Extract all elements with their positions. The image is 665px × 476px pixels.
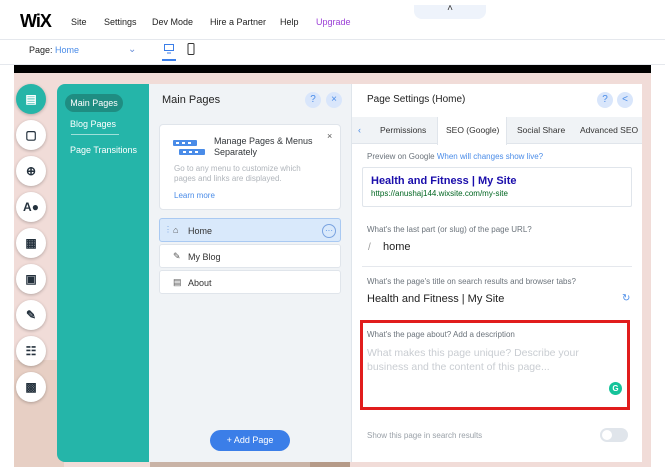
- menu-hire-a-partner[interactable]: Hire a Partner: [210, 17, 266, 27]
- collapse-toolbar-button[interactable]: ˄: [414, 4, 486, 19]
- add-page-button[interactable]: + Add Page: [210, 430, 290, 451]
- title-label: What's the page's title on search result…: [367, 277, 576, 286]
- more-actions-icon[interactable]: ···: [322, 224, 336, 238]
- mobile-icon[interactable]: [186, 43, 196, 55]
- preview-title: Health and Fitness | My Site: [371, 175, 517, 187]
- add-icon[interactable]: ⊕: [16, 156, 46, 186]
- blog-page-icon: ✎: [173, 251, 181, 261]
- preview-url: https://anushaj144.wixsite.com/my-site: [371, 189, 508, 198]
- desktop-active-indicator: [162, 59, 176, 61]
- media-icon[interactable]: ▣: [16, 264, 46, 294]
- blog-icon[interactable]: ✎: [16, 300, 46, 330]
- design-icon[interactable]: A●: [16, 192, 46, 222]
- tab-permissions[interactable]: Permissions: [380, 125, 426, 135]
- preview-label: Preview on Google When will changes show…: [367, 152, 543, 161]
- background-icon[interactable]: ▢: [16, 120, 46, 150]
- divider: [362, 266, 632, 267]
- home-icon: ⌂: [173, 225, 179, 235]
- show-in-search-toggle[interactable]: [600, 428, 628, 442]
- description-textarea[interactable]: What makes this page unique? Describe yo…: [367, 346, 607, 374]
- menu-help[interactable]: Help: [280, 17, 299, 27]
- page-value: Home: [55, 45, 80, 55]
- page-item-about[interactable]: ▤ About: [159, 270, 341, 294]
- google-preview: [362, 167, 632, 207]
- info-close-icon[interactable]: ×: [327, 131, 332, 141]
- tabs-scroll-left-icon[interactable]: ‹: [358, 125, 361, 135]
- nav-divider: [71, 134, 119, 135]
- page-item-label: Home: [188, 226, 213, 236]
- page-label: Page:: [29, 45, 53, 55]
- nav-blog-pages[interactable]: Blog Pages: [70, 119, 116, 129]
- preview-label-text: Preview on Google: [367, 152, 435, 161]
- menu-dev-mode[interactable]: Dev Mode: [152, 17, 193, 27]
- main-pages-title: Main Pages: [162, 94, 221, 106]
- wix-logo[interactable]: WiX: [20, 11, 52, 32]
- page-icon: ▤: [173, 277, 182, 287]
- learn-more-link[interactable]: Learn more: [174, 191, 215, 200]
- grammarly-icon[interactable]: G: [609, 382, 622, 395]
- description-label: What's the page about? Add a description: [367, 330, 515, 339]
- left-toolbar: ▤ ▢ ⊕ A● ▦ ▣ ✎ ☷ ▩: [16, 80, 58, 410]
- help-icon[interactable]: ?: [305, 92, 321, 108]
- top-bar: WiX Site Settings Dev Mode Hire a Partne…: [0, 0, 665, 40]
- slug-input[interactable]: home: [383, 241, 411, 253]
- close-icon[interactable]: ×: [326, 92, 342, 108]
- info-title: Manage Pages & Menus Separately: [214, 136, 313, 157]
- sub-bar: [0, 40, 665, 65]
- desktop-icon[interactable]: [164, 43, 174, 55]
- menu-site[interactable]: Site: [71, 17, 87, 27]
- store-icon[interactable]: ▩: [16, 372, 46, 402]
- tab-seo-google[interactable]: SEO (Google): [446, 125, 499, 135]
- menu-upgrade[interactable]: Upgrade: [316, 17, 351, 27]
- back-icon[interactable]: <: [617, 92, 633, 108]
- page-item-label: My Blog: [188, 252, 221, 262]
- page-item-label: About: [188, 278, 212, 288]
- pages-side-nav: [57, 84, 149, 462]
- tab-social-share[interactable]: Social Share: [517, 125, 565, 135]
- drag-handle-icon[interactable]: ⋮: [164, 225, 172, 234]
- slug-prefix: /: [368, 242, 371, 253]
- help-icon[interactable]: ?: [597, 92, 613, 108]
- slug-label: What's the last part (or slug) of the pa…: [367, 225, 532, 234]
- nav-main-pages[interactable]: Main Pages: [65, 94, 123, 112]
- info-description: Go to any menu to customize which pages …: [174, 164, 301, 183]
- menu-settings[interactable]: Settings: [104, 17, 137, 27]
- toggle-knob: [602, 430, 612, 440]
- site-header-strip: [14, 65, 651, 73]
- show-in-search-label: Show this page in search results: [367, 431, 483, 440]
- chevron-down-icon[interactable]: ⌄: [128, 44, 136, 55]
- seo-title-input[interactable]: Health and Fitness | My Site: [367, 293, 504, 305]
- page-selector[interactable]: Page: Home: [29, 45, 79, 55]
- page-item-home[interactable]: ⋮ ⌂ Home ···: [159, 218, 341, 242]
- pages-icon[interactable]: ▤: [16, 84, 46, 114]
- tab-advanced-seo[interactable]: Advanced SEO: [580, 125, 638, 135]
- page-item-my-blog[interactable]: ✎ My Blog: [159, 244, 341, 268]
- apps-icon[interactable]: ▦: [16, 228, 46, 258]
- reset-icon[interactable]: ↻: [622, 293, 630, 304]
- bookings-icon[interactable]: ☷: [16, 336, 46, 366]
- page-settings-title: Page Settings (Home): [367, 94, 466, 105]
- when-live-link[interactable]: When will changes show live?: [437, 152, 543, 161]
- pages-menus-illustration-icon: [173, 140, 205, 155]
- nav-page-transitions[interactable]: Page Transitions: [70, 145, 137, 155]
